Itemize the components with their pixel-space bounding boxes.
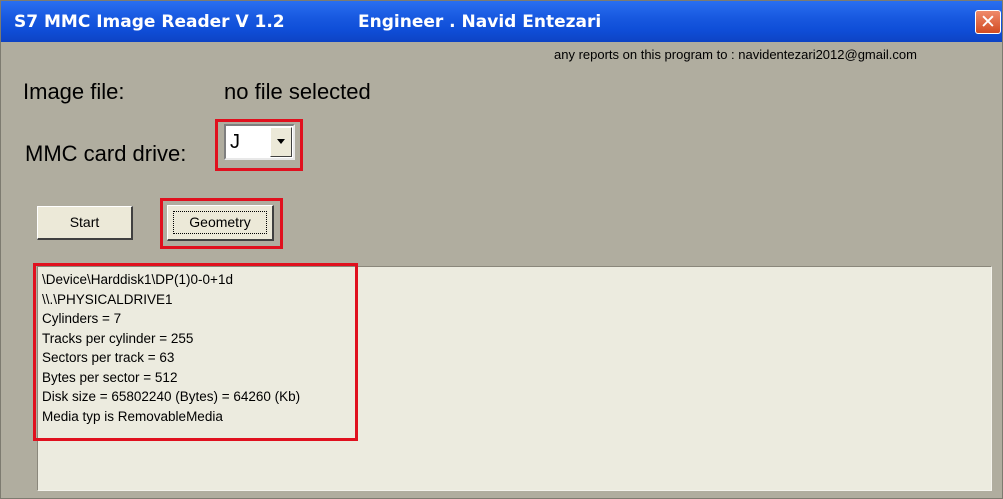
geometry-button[interactable]: Geometry	[167, 205, 274, 241]
image-file-value: no file selected	[224, 79, 371, 104]
close-button[interactable]: ✕	[975, 10, 1001, 34]
close-icon: ✕	[980, 11, 996, 33]
author-title: Engineer . Navid Entezari	[358, 12, 602, 32]
geometry-button-label: Geometry	[189, 214, 251, 230]
image-file-label: Image file:	[23, 79, 125, 104]
output-highlight-box	[33, 263, 358, 441]
main-window: S7 MMC Image Reader V 1.2 Engineer . Nav…	[0, 0, 1003, 499]
drive-select[interactable]: J	[224, 124, 295, 160]
report-contact-text: any reports on this program to : naviden…	[554, 47, 917, 62]
title-bar[interactable]: S7 MMC Image Reader V 1.2 Engineer . Nav…	[1, 1, 1002, 42]
chevron-down-icon	[277, 139, 285, 144]
drive-dropdown-button[interactable]	[270, 127, 292, 157]
start-button[interactable]: Start	[37, 206, 133, 240]
drive-select-value: J	[230, 131, 240, 153]
window-title: S7 MMC Image Reader V 1.2	[14, 12, 285, 32]
mmc-card-drive-label: MMC card drive:	[25, 141, 187, 166]
